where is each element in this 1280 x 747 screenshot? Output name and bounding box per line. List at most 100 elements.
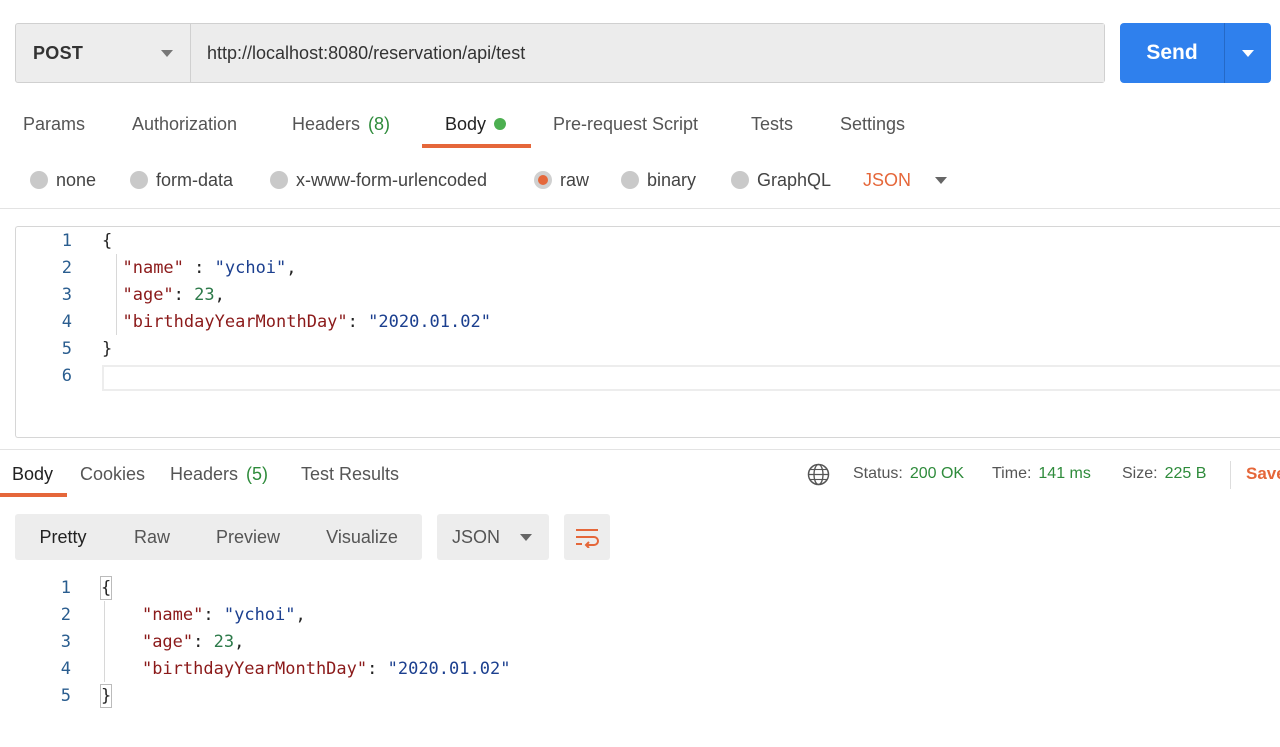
time-label: Time: <box>992 465 1032 482</box>
radio-label: x-www-form-urlencoded <box>296 169 488 190</box>
chevron-down-icon <box>520 533 533 541</box>
tab-label: Params <box>23 113 86 134</box>
code-text: { <box>102 231 113 251</box>
tab-label: Tests <box>751 113 794 134</box>
status-label: Status: <box>853 465 903 482</box>
tab-label: Headers <box>292 113 361 134</box>
wrap-lines-button[interactable] <box>564 514 610 560</box>
line-number: 1 <box>60 578 71 598</box>
response-body-viewer[interactable]: 1 { 2 "name": "ychoi", 3 "age": 23, 4 "b… <box>0 574 1280 724</box>
line-number: 2 <box>61 258 72 278</box>
radio-label: form-data <box>156 169 234 190</box>
divider <box>0 449 1280 450</box>
radio-circle-icon <box>731 171 749 189</box>
radio-checked-icon <box>534 171 552 189</box>
code-text: "name" : "ychoi", <box>122 258 297 278</box>
tab-pre-request-script[interactable]: Pre-request Script <box>553 104 698 144</box>
code-text: "name": "ychoi", <box>141 605 306 625</box>
divider <box>0 208 1280 209</box>
view-preview-button[interactable]: Preview <box>199 517 297 557</box>
status-value: 200 OK <box>909 465 965 482</box>
tab-label: Cookies <box>80 463 146 484</box>
tab-test-results[interactable]: Test Results <box>301 452 399 496</box>
raw-format-select[interactable]: JSON <box>863 160 948 200</box>
tab-label: Headers <box>170 463 239 484</box>
divider <box>1230 461 1231 489</box>
size-value: 225 B <box>1164 465 1207 482</box>
radio-binary[interactable]: binary <box>621 160 696 200</box>
radio-raw[interactable]: raw <box>534 160 589 200</box>
view-raw-button[interactable]: Raw <box>119 517 185 557</box>
line-number: 4 <box>61 312 72 332</box>
time-value: 141 ms <box>1038 465 1091 482</box>
radio-x-www-form-urlencoded[interactable]: x-www-form-urlencoded <box>270 160 487 200</box>
code-text: { <box>101 578 112 598</box>
tab-response-headers[interactable]: Headers (5) <box>170 452 268 496</box>
send-button-group: Send <box>1120 23 1271 83</box>
headers-count: (5) <box>246 463 269 484</box>
url-input[interactable] <box>191 24 1104 82</box>
view-visualize-button[interactable]: Visualize <box>313 517 411 557</box>
tab-response-body[interactable]: Body <box>12 452 53 496</box>
current-line-highlight <box>102 365 1280 391</box>
method-select[interactable]: POST <box>16 24 191 82</box>
line-number: 5 <box>61 339 72 359</box>
raw-format-label: JSON <box>863 169 912 190</box>
radio-form-data[interactable]: form-data <box>130 160 233 200</box>
tab-authorization[interactable]: Authorization <box>132 104 237 144</box>
method-label: POST <box>33 42 84 63</box>
chevron-down-icon <box>161 49 173 57</box>
radio-label: GraphQL <box>757 169 832 190</box>
chevron-down-icon <box>935 176 948 184</box>
response-format-label: JSON <box>452 526 501 547</box>
tab-label: Pre-request Script <box>553 113 699 134</box>
radio-label: binary <box>647 169 697 190</box>
view-pretty-button[interactable]: Pretty <box>15 517 111 557</box>
radio-graphql[interactable]: GraphQL <box>731 160 831 200</box>
line-number: 1 <box>61 231 72 251</box>
body-type-options: none form-data x-www-form-urlencoded raw… <box>0 160 1280 200</box>
response-format-select[interactable]: JSON <box>437 514 549 560</box>
save-response-button[interactable]: Save <box>1246 452 1280 496</box>
tab-headers[interactable]: Headers (8) <box>292 104 390 144</box>
request-tabs: Params Authorization Headers (8) Body Pre… <box>0 104 1280 150</box>
radio-circle-icon <box>130 171 148 189</box>
tab-body[interactable]: Body <box>445 104 507 144</box>
radio-label: raw <box>560 169 590 190</box>
active-tab-underline <box>422 144 531 148</box>
code-text: "age": 23, <box>122 285 225 305</box>
line-number: 6 <box>61 366 72 386</box>
line-number: 4 <box>60 659 71 679</box>
headers-count: (8) <box>368 113 391 134</box>
code-text: } <box>101 686 112 706</box>
tab-tests[interactable]: Tests <box>751 104 793 144</box>
tab-settings[interactable]: Settings <box>840 104 905 144</box>
globe-icon[interactable] <box>807 463 830 486</box>
line-number: 2 <box>60 605 71 625</box>
tab-label: Body <box>12 463 54 484</box>
code-text: } <box>102 339 113 359</box>
radio-circle-icon <box>270 171 288 189</box>
time-readout: Time: 141 ms <box>992 452 1091 496</box>
radio-circle-icon <box>30 171 48 189</box>
request-bar: POST <box>15 23 1105 83</box>
radio-none[interactable]: none <box>30 160 96 200</box>
line-number: 3 <box>61 285 72 305</box>
wrap-lines-icon <box>576 529 599 548</box>
line-number: 3 <box>60 632 71 652</box>
send-options-button[interactable] <box>1224 23 1271 83</box>
tab-label: Body <box>445 113 487 134</box>
line-number: 5 <box>60 686 71 706</box>
code-text: "age": 23, <box>141 632 245 652</box>
size-readout: Size: 225 B <box>1122 452 1206 496</box>
code-text: "birthdayYearMonthDay": "2020.01.02" <box>141 659 511 679</box>
radio-label: none <box>56 169 97 190</box>
send-button[interactable]: Send <box>1120 23 1224 83</box>
tab-cookies[interactable]: Cookies <box>80 452 145 496</box>
tab-params[interactable]: Params <box>23 104 85 144</box>
status-readout: Status: 200 OK <box>853 452 964 496</box>
tab-label: Authorization <box>132 113 238 134</box>
tab-label: Settings <box>840 113 906 134</box>
body-indicator-dot-icon <box>494 118 507 130</box>
request-body-editor[interactable]: 1 { 2 "name" : "ychoi", 3 "age": 23, 4 "… <box>15 226 1280 438</box>
